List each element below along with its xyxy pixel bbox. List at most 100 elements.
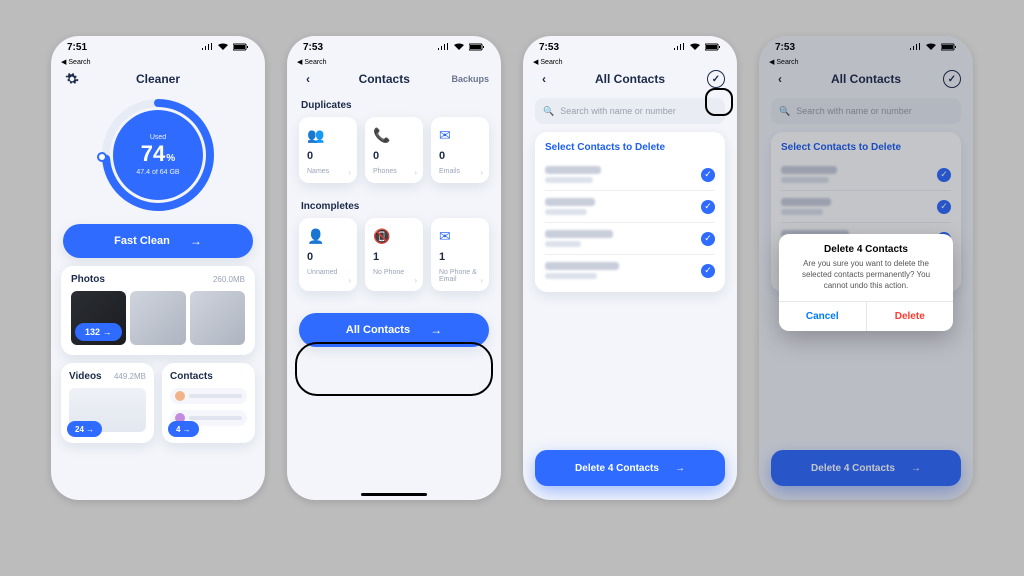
contact-row[interactable]: ✓ <box>545 255 715 286</box>
contacts-card[interactable]: Contacts 4 → <box>162 363 255 443</box>
tile-icon: ✉ <box>439 127 451 144</box>
storage-gauge: Used 74% 47.4 of 64 GB <box>99 96 217 214</box>
duplicates-label: Duplicates <box>287 92 501 117</box>
screen-all-contacts: 7:53 ◀ Search ‹ All Contacts ✓ 🔍 Search … <box>523 36 737 500</box>
contact-row[interactable]: ✓ <box>545 191 715 223</box>
battery-icon <box>705 43 721 51</box>
stat-tile[interactable]: 📵 1 No Phone › <box>365 218 423 291</box>
status-bar: 7:53 <box>287 36 501 58</box>
tile-count: 0 <box>373 150 379 162</box>
tile-count: 0 <box>439 150 445 162</box>
arrow-right-icon: → <box>675 463 685 474</box>
tile-count: 0 <box>307 150 313 162</box>
contact-row[interactable]: ✓ <box>545 159 715 191</box>
incompletes-label: Incompletes <box>287 193 501 218</box>
videos-card[interactable]: Videos449.2MB 24 → <box>61 363 154 443</box>
contact-row[interactable]: ✓ <box>545 223 715 255</box>
tile-label: Emails <box>439 168 460 175</box>
back-button[interactable]: ‹ <box>535 72 553 86</box>
arrow-right-icon: → <box>430 323 442 337</box>
photo-thumb <box>190 291 245 345</box>
tile-count: 0 <box>307 251 313 263</box>
check-icon[interactable]: ✓ <box>701 168 715 182</box>
stat-tile[interactable]: ✉1No Phone & Email› <box>431 218 489 291</box>
gear-icon <box>65 72 79 86</box>
battery-icon <box>233 43 249 51</box>
cancel-button[interactable]: Cancel <box>779 302 867 331</box>
tile-icon: 📞 <box>373 127 390 144</box>
stat-tile[interactable]: 👥0Names› <box>299 117 357 183</box>
tile-label: No Phone <box>373 269 404 276</box>
chevron-right-icon: › <box>414 168 417 177</box>
videos-count-pill[interactable]: 24 → <box>67 421 102 437</box>
tile-label: No Phone & Email <box>439 269 481 283</box>
back-button[interactable]: ‹ <box>299 72 317 86</box>
delete-button[interactable]: Delete <box>867 302 954 331</box>
gauge-marker <box>97 152 107 162</box>
check-circle-icon: ✓ <box>707 70 725 88</box>
tile-icon: 👥 <box>307 127 324 144</box>
tile-icon: ✉ <box>439 228 451 245</box>
annotation-circle <box>295 342 493 396</box>
gauge-percent: 74% <box>141 141 175 167</box>
settings-button[interactable] <box>63 72 81 86</box>
fast-clean-button[interactable]: Fast Clean→ <box>63 224 253 258</box>
screen-contacts: 7:53 ◀ Search ‹ Contacts Backups Duplica… <box>287 36 501 500</box>
chevron-right-icon: › <box>348 168 351 177</box>
tile-icon: 👤 <box>307 228 324 245</box>
check-icon[interactable]: ✓ <box>701 264 715 278</box>
wifi-icon <box>217 43 229 51</box>
chevron-right-icon: › <box>480 168 483 177</box>
signal-icon <box>201 43 213 51</box>
tile-label: Unnamed <box>307 269 337 276</box>
chevron-right-icon: › <box>414 276 417 285</box>
status-icons <box>201 43 249 51</box>
select-all-button[interactable]: ✓ <box>707 70 725 88</box>
check-icon[interactable]: ✓ <box>701 232 715 246</box>
clock: 7:53 <box>539 42 559 53</box>
page-title: All Contacts <box>553 72 707 86</box>
back-to-search[interactable]: ◀ Search <box>287 58 501 66</box>
search-input[interactable]: 🔍 Search with name or number <box>535 98 725 124</box>
photos-size: 260.0MB <box>213 275 245 284</box>
contacts-count-pill[interactable]: 4 → <box>168 421 199 437</box>
photos-count-pill[interactable]: 132 → <box>75 323 122 341</box>
page-title: Cleaner <box>81 72 235 86</box>
arrow-right-icon: → <box>190 234 202 248</box>
modal-title: Delete 4 Contacts <box>779 234 953 259</box>
wifi-icon <box>689 43 701 51</box>
photos-card[interactable]: Photos 260.0MB 132 → <box>61 266 255 355</box>
status-bar: 7:53 <box>523 36 737 58</box>
delete-contacts-button[interactable]: Delete 4 Contacts→ <box>535 450 725 486</box>
signal-icon <box>673 43 685 51</box>
backups-button[interactable]: Backups <box>451 74 489 84</box>
gauge-label: Used <box>150 134 166 141</box>
contacts-list: Select Contacts to Delete ✓ ✓ ✓ ✓ <box>535 132 725 292</box>
home-indicator[interactable] <box>361 493 427 496</box>
tile-icon: 📵 <box>373 228 390 245</box>
list-title: Select Contacts to Delete <box>545 142 715 153</box>
battery-icon <box>469 43 485 51</box>
all-contacts-button[interactable]: All Contacts→ <box>299 313 489 347</box>
tile-label: Phones <box>373 168 397 175</box>
clock: 7:53 <box>303 42 323 53</box>
stat-tile[interactable]: 👤0Unnamed› <box>299 218 357 291</box>
check-icon[interactable]: ✓ <box>701 200 715 214</box>
clock: 7:51 <box>67 42 87 53</box>
screen-cleaner: 7:51 ◀ Search Cleaner Us <box>51 36 265 500</box>
confirm-delete-modal: Delete 4 Contacts Are you sure you want … <box>779 234 953 331</box>
back-to-search[interactable]: ◀ Search <box>51 58 265 66</box>
wifi-icon <box>453 43 465 51</box>
gauge-sub: 47.4 of 64 GB <box>136 169 179 176</box>
search-icon: 🔍 <box>543 106 554 117</box>
tile-count: 1 <box>373 251 379 263</box>
page-title: Contacts <box>317 72 451 86</box>
photos-title: Photos <box>71 274 105 285</box>
stat-tile[interactable]: 📞 0 Phones › <box>365 117 423 183</box>
stat-tile[interactable]: ✉ 0 Emails › <box>431 117 489 183</box>
status-bar: 7:51 <box>51 36 265 58</box>
navbar: Cleaner <box>51 66 265 92</box>
back-to-search[interactable]: ◀ Search <box>523 58 737 66</box>
chevron-right-icon: › <box>480 276 483 285</box>
screen-delete-confirm: 7:53 ◀ Search ‹ All Contacts ✓ 🔍 Search … <box>759 36 973 500</box>
